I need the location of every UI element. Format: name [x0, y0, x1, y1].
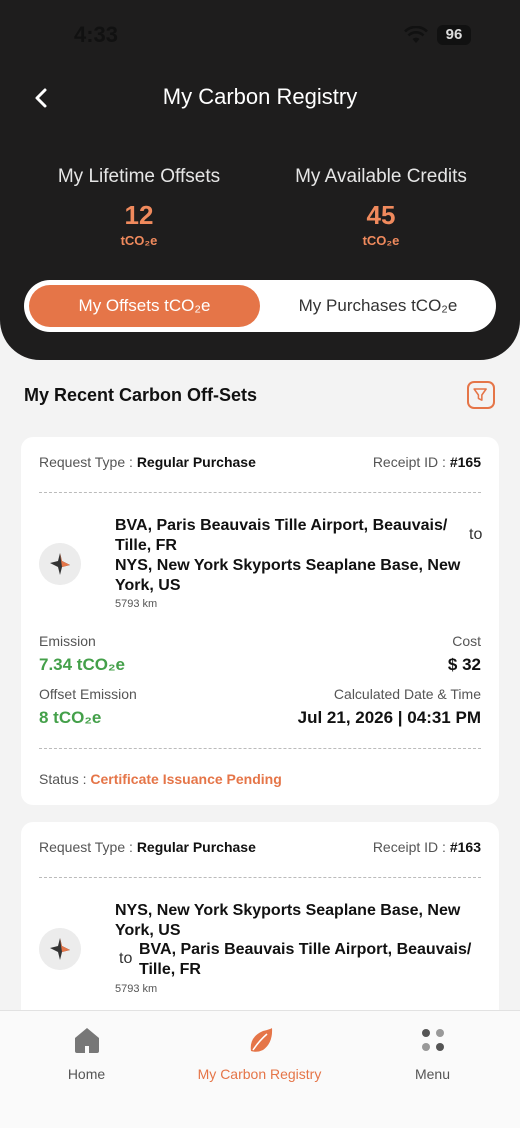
stat-label: My Lifetime Offsets	[57, 166, 221, 187]
cost-label: Cost	[452, 633, 481, 649]
menu-dots-icon	[421, 1029, 444, 1051]
wifi-icon	[404, 26, 428, 43]
route-to-word: to	[469, 526, 483, 543]
screen: 4:33 96 My Carbon Registry My Lifetime O…	[0, 0, 520, 1128]
offset-emission-value: 8 tCO₂e	[39, 708, 102, 727]
status-badge: Certificate Issuance Pending	[90, 771, 282, 787]
emission-value: 7.34 tCO₂e	[39, 655, 125, 674]
home-icon	[74, 1028, 99, 1053]
filter-icon[interactable]	[467, 381, 495, 409]
offset-emission-label: Offset Emission	[39, 686, 137, 702]
stat-label: My Available Credits	[295, 166, 467, 187]
route-from: BVA, Paris Beauvais Tille Airport, Beauv…	[115, 517, 448, 554]
tab-my-purchases[interactable]: My Purchases tCO₂e	[264, 285, 492, 327]
request-type-label: Request Type :	[39, 839, 133, 855]
receipt-id: Receipt ID : #165	[373, 454, 481, 470]
lifetime-offsets-stat: My Lifetime Offsets 12 tCO₂e	[19, 166, 259, 248]
cost-value: $ 32	[447, 655, 481, 674]
route-to: BVA, Paris Beauvais Tille Airport, Beauv…	[139, 941, 472, 978]
emission-label: Emission	[39, 633, 96, 649]
airplane-icon	[39, 928, 81, 970]
offset-card[interactable]: Request Type : Regular Purchase Receipt …	[21, 822, 499, 1022]
stat-value: 12	[124, 200, 154, 230]
route-to: NYS, New York Skyports Seaplane Base, Ne…	[115, 557, 461, 594]
request-type-value: Regular Purchase	[136, 454, 256, 470]
divider	[39, 877, 481, 878]
distance: 5793 km	[115, 983, 158, 995]
section-title: My Recent Carbon Off-Sets	[24, 385, 258, 405]
nav-menu[interactable]: Menu	[346, 1025, 519, 1082]
receipt-id-value: #163	[449, 839, 481, 855]
distance: 5793 km	[115, 598, 158, 610]
stat-unit: tCO₂e	[120, 233, 158, 248]
receipt-id-label: Receipt ID :	[372, 839, 446, 855]
tab-my-offsets[interactable]: My Offsets tCO₂e	[29, 285, 260, 327]
stat-unit: tCO₂e	[362, 233, 400, 248]
offsets-purchases-toggle: My Offsets tCO₂e My Purchases tCO₂e	[24, 280, 496, 332]
receipt-id: Receipt ID : #163	[373, 839, 481, 855]
header: 4:33 96 My Carbon Registry My Lifetime O…	[0, 0, 520, 360]
nav-label: Home	[67, 1066, 106, 1082]
leaf-icon	[250, 1028, 272, 1052]
receipt-id-label: Receipt ID :	[372, 454, 446, 470]
nav-carbon-registry[interactable]: My Carbon Registry	[173, 1025, 346, 1082]
route-to-word: to	[119, 950, 133, 967]
nav-label: My Carbon Registry	[197, 1066, 322, 1082]
date-label: Calculated Date & Time	[333, 686, 481, 702]
request-type-value: Regular Purchase	[136, 839, 256, 855]
airplane-icon	[39, 543, 81, 585]
battery-indicator: 96	[437, 25, 471, 45]
status-row: Status : Certificate Issuance Pending	[39, 771, 282, 787]
receipt-id-value: #165	[449, 454, 481, 470]
status-time: 4:33	[74, 22, 119, 47]
status-bar: 4:33 96	[0, 22, 520, 50]
divider	[39, 492, 481, 493]
request-type-label: Request Type :	[39, 454, 133, 470]
route-from: NYS, New York Skyports Seaplane Base, Ne…	[115, 902, 461, 939]
nav-home[interactable]: Home	[0, 1025, 173, 1082]
nav-label: Menu	[414, 1066, 451, 1082]
page-title: My Carbon Registry	[162, 84, 358, 109]
request-type-row: Request Type : Regular Purchase Receipt …	[39, 839, 481, 855]
status-label: Status :	[39, 771, 87, 787]
bottom-nav: Home My Carbon Registry Menu	[0, 1010, 520, 1128]
date-value: Jul 21, 2026 | 04:31 PM	[297, 708, 481, 727]
stat-value: 45	[366, 200, 396, 230]
available-credits-stat: My Available Credits 45 tCO₂e	[261, 166, 501, 248]
offset-card[interactable]: Request Type : Regular Purchase Receipt …	[21, 437, 499, 805]
request-type-row: Request Type : Regular Purchase Receipt …	[39, 454, 481, 470]
divider	[39, 748, 481, 749]
